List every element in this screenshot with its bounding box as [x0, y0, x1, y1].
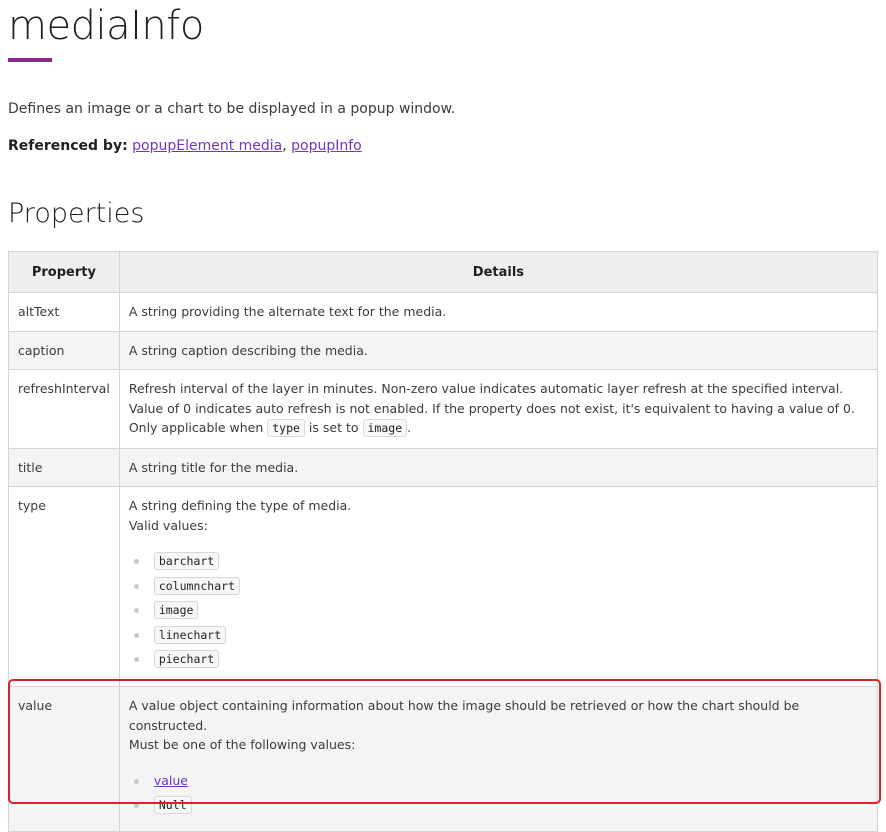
- properties-heading: Properties: [8, 198, 145, 229]
- value-code: linechart: [153, 625, 227, 644]
- list-item: value: [129, 769, 868, 794]
- properties-table: Property Details altText A string provid…: [8, 251, 879, 832]
- details-line: A string defining the type of media.: [128, 498, 352, 513]
- table-row: type A string defining the type of media…: [8, 486, 879, 687]
- title-underline: [8, 58, 52, 62]
- referenced-by: Referenced by: popupElement media, popup…: [8, 138, 362, 154]
- value-code: piechart: [153, 650, 220, 668]
- table-row: caption A string caption describing the …: [8, 330, 879, 370]
- property-name: title: [8, 447, 120, 487]
- inline-code: image: [362, 419, 408, 437]
- table-row: altText A string providing the alternate…: [8, 292, 879, 332]
- valid-values-list: value Null: [129, 769, 868, 818]
- valid-values-list: barchart columnchart image linechart pie…: [129, 549, 868, 672]
- referenced-by-separator: ,: [282, 138, 292, 154]
- column-header-details: Details: [118, 251, 879, 293]
- list-item: linechart: [129, 623, 868, 648]
- property-name: caption: [8, 330, 120, 370]
- list-item: Null: [129, 793, 868, 818]
- property-details: Refresh interval of the layer in minutes…: [118, 369, 879, 449]
- table-header-row: Property Details: [8, 251, 879, 293]
- list-item: barchart: [129, 549, 868, 574]
- details-line: Must be one of the following values:: [128, 737, 356, 752]
- referenced-by-label: Referenced by:: [8, 138, 128, 154]
- link-popupinfo[interactable]: popupInfo: [291, 138, 362, 154]
- list-item: image: [129, 598, 868, 623]
- table-row: value A value object containing informat…: [8, 686, 879, 832]
- table-row: refreshInterval Refresh interval of the …: [8, 369, 879, 449]
- property-name: altText: [8, 292, 120, 332]
- details-line: Valid values:: [128, 517, 208, 533]
- value-code: barchart: [153, 552, 220, 570]
- value-link[interactable]: value: [154, 773, 188, 788]
- property-name: refreshInterval: [8, 369, 120, 449]
- details-text: is set to: [304, 420, 363, 435]
- page-description: Defines an image or a chart to be displa…: [8, 101, 456, 117]
- column-header-property: Property: [8, 251, 120, 293]
- property-details: A value object containing information ab…: [118, 686, 879, 832]
- details-line: A value object containing information ab…: [128, 698, 800, 733]
- details-text: .: [407, 420, 412, 435]
- table-row: title A string title for the media.: [8, 447, 879, 487]
- property-details: A string title for the media.: [118, 447, 879, 487]
- list-item: columnchart: [129, 574, 868, 599]
- details-text: Refresh interval of the layer in minutes…: [128, 381, 855, 435]
- property-details: A string caption describing the media.: [118, 330, 879, 370]
- property-name: type: [8, 486, 120, 687]
- value-code: image: [153, 601, 199, 619]
- property-details: A string providing the alternate text fo…: [118, 292, 879, 332]
- list-item: piechart: [129, 647, 868, 672]
- inline-code: type: [267, 419, 305, 437]
- page-title: mediaInfo: [8, 3, 204, 49]
- link-popupelement-media[interactable]: popupElement media: [132, 138, 282, 154]
- property-details: A string defining the type of media. Val…: [118, 486, 879, 687]
- value-code: Null: [153, 796, 192, 814]
- value-code: columnchart: [153, 576, 240, 595]
- property-name: value: [8, 686, 120, 832]
